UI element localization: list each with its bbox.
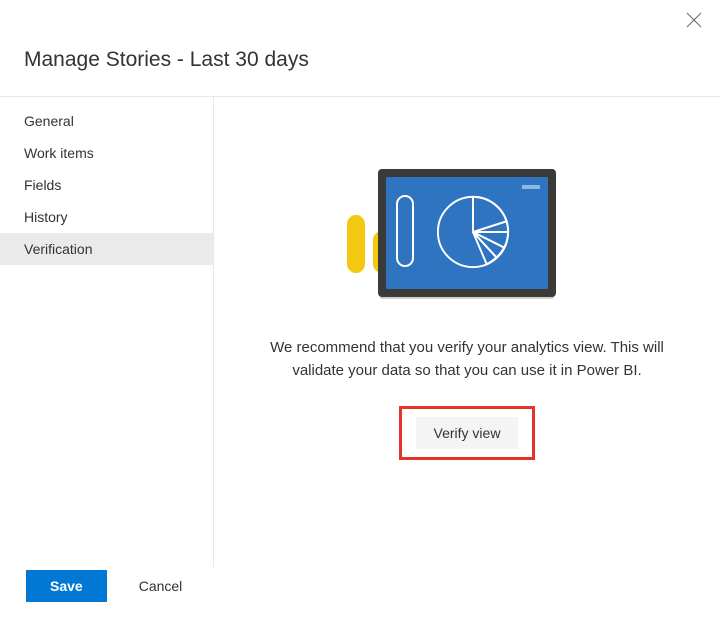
page-title: Manage Stories - Last 30 days [24,48,720,72]
dialog-header: Manage Stories - Last 30 days [0,0,720,96]
sidebar: General Work items Fields History Verifi… [0,97,214,567]
save-button[interactable]: Save [26,570,107,602]
sidebar-item-fields[interactable]: Fields [0,169,213,201]
verify-highlight-box: Verify view [399,406,536,460]
recommendation-text: We recommend that you verify your analyt… [254,337,680,382]
sidebar-item-label: Fields [24,177,61,193]
dialog-footer: Save Cancel [26,570,202,602]
pie-chart-icon [434,193,512,271]
sidebar-item-label: History [24,209,68,225]
sidebar-item-verification[interactable]: Verification [0,233,213,265]
main-content: We recommend that you verify your analyt… [214,97,720,567]
sidebar-item-work-items[interactable]: Work items [0,137,213,169]
verify-view-button[interactable]: Verify view [416,417,519,449]
close-icon[interactable] [686,12,702,28]
analytics-illustration [347,157,587,297]
sidebar-item-label: Work items [24,145,94,161]
sidebar-item-label: General [24,113,74,129]
sidebar-item-history[interactable]: History [0,201,213,233]
sidebar-item-label: Verification [24,241,92,257]
tablet-icon [378,169,556,297]
sidebar-item-general[interactable]: General [0,105,213,137]
cancel-button[interactable]: Cancel [119,570,203,602]
